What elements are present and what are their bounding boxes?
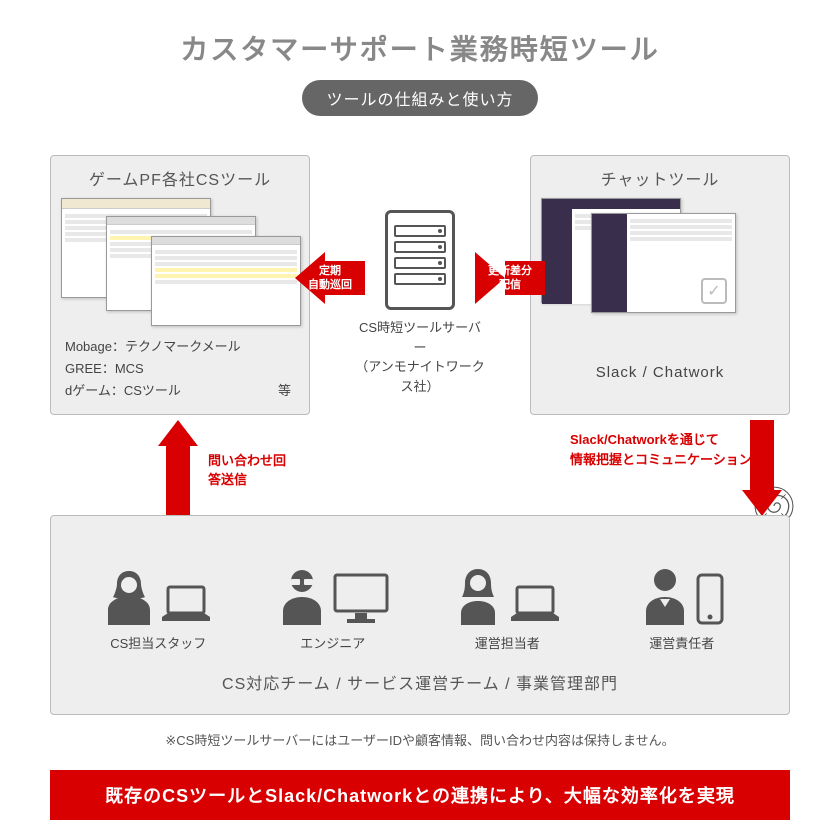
list-item: Mobage：テクノマークメール: [65, 336, 299, 358]
server-icon: [385, 210, 455, 310]
team-member-label: 運営責任者: [595, 633, 770, 652]
list-item: GREE：MCS: [65, 358, 299, 380]
person-male-icon: [640, 565, 690, 625]
bottom-banner: 既存のCSツールとSlack/Chatworkとの連携により、大幅な効率化を実現: [50, 770, 790, 820]
person-female-icon: [104, 565, 154, 625]
monitor-icon: [333, 573, 389, 625]
page-title: カスタマーサポート業務時短ツール: [0, 0, 840, 68]
arrow-down-label: Slack/Chatworkを通じて 情報把握とコミュニケーション: [570, 430, 790, 469]
check-icon: ✓: [701, 278, 727, 304]
cs-tools-list: Mobage：テクノマークメール GREE：MCS dゲーム：CSツール等: [61, 336, 299, 402]
disclaimer-note: ※CS時短ツールサーバーにはユーザーIDや顧客情報、問い合わせ内容は保持しません…: [0, 730, 840, 749]
laptop-icon: [509, 585, 561, 625]
team-member-label: エンジニア: [246, 633, 421, 652]
person-glasses-icon: [277, 565, 327, 625]
chat-tools-title: チャットツール: [541, 166, 779, 190]
phone-icon: [696, 573, 724, 625]
screenshot-thumb: ✓: [591, 213, 736, 313]
arrow-up-label: 問い合わせ回答送信: [138, 450, 288, 488]
team-member: エンジニア: [246, 545, 421, 652]
team-member-label: 運営担当者: [420, 633, 595, 652]
cs-tools-title: ゲームPF各社CSツール: [61, 166, 299, 190]
subtitle-pill: ツールの仕組みと使い方: [302, 80, 537, 116]
chat-tools-footer: Slack / Chatwork: [541, 364, 779, 381]
laptop-icon: [160, 585, 212, 625]
screenshot-stack-left: [61, 198, 299, 328]
server-block: CS時短ツールサーバー（アンモナイトワークス社）: [355, 210, 485, 396]
team-box: CS担当スタッフ エンジニア 運営担当者 運営責任者 CS対応チーム / サービ…: [50, 515, 790, 715]
team-member: 運営担当者: [420, 545, 595, 652]
screenshot-thumb: [151, 236, 301, 326]
chat-tools-box: チャットツール ✓ Slack / Chatwork: [530, 155, 790, 415]
list-item: dゲーム：CSツール等: [65, 380, 299, 402]
team-member: 運営責任者: [595, 545, 770, 652]
arrow-left: 定期 自動巡回: [295, 252, 365, 304]
person-female2-icon: [453, 565, 503, 625]
arrow-left-label: 定期 自動巡回: [295, 264, 365, 293]
arrow-right-label: 更新差分 配信: [475, 264, 545, 293]
team-member-label: CS担当スタッフ: [71, 633, 246, 652]
team-footer: CS対応チーム / サービス運営チーム / 事業管理部門: [71, 670, 769, 694]
team-member: CS担当スタッフ: [71, 545, 246, 652]
arrow-right: 更新差分 配信: [475, 252, 545, 304]
server-label: CS時短ツールサーバー（アンモナイトワークス社）: [355, 318, 485, 396]
cs-tools-box: ゲームPF各社CSツール Mobage：テクノマークメール GREE：MCS d…: [50, 155, 310, 415]
screenshot-stack-right: ✓: [541, 198, 779, 348]
